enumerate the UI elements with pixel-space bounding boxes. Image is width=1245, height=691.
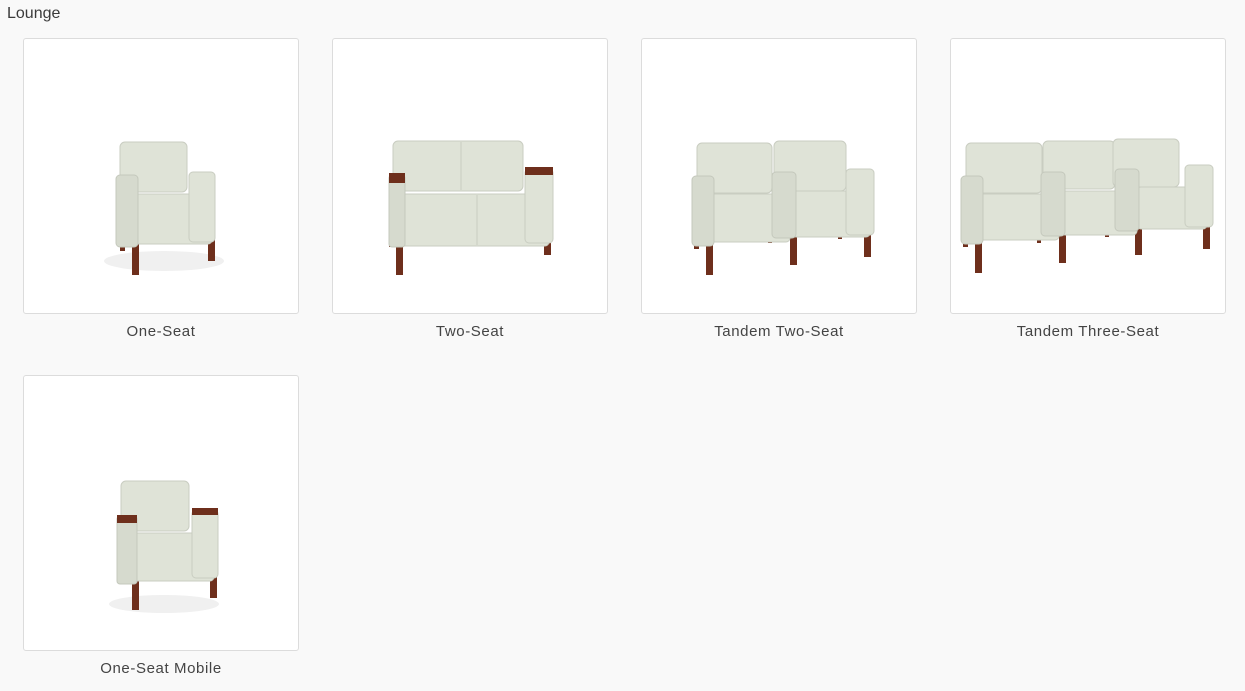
product-label[interactable]: Two-Seat	[332, 323, 608, 340]
product-label[interactable]: One-Seat Mobile	[23, 660, 299, 677]
product-label[interactable]: Tandem Two-Seat	[641, 323, 917, 340]
product-tile-tandem-three-seat[interactable]: Tandem Three-Seat	[950, 38, 1226, 340]
one-seat-chair-icon	[104, 141, 224, 275]
section-title: Lounge	[7, 5, 61, 22]
product-label[interactable]: One-Seat	[23, 323, 299, 340]
product-tile-one-seat[interactable]: One-Seat	[23, 38, 299, 340]
one-seat-mobile-chair-icon	[109, 480, 219, 613]
product-image-card[interactable]	[23, 375, 299, 651]
product-label[interactable]: Tandem Three-Seat	[950, 323, 1226, 340]
product-image-card[interactable]	[950, 38, 1226, 314]
product-tile-one-seat-mobile[interactable]: One-Seat Mobile	[23, 375, 299, 677]
product-tile-two-seat[interactable]: Two-Seat	[332, 38, 608, 340]
two-seat-sofa-icon	[388, 140, 554, 275]
product-image-card[interactable]	[332, 38, 608, 314]
product-image-card[interactable]	[641, 38, 917, 314]
tandem-three-seat-icon	[960, 138, 1214, 273]
tandem-two-seat-icon	[691, 140, 875, 275]
product-image-card[interactable]	[23, 38, 299, 314]
product-tile-tandem-two-seat[interactable]: Tandem Two-Seat	[641, 38, 917, 340]
